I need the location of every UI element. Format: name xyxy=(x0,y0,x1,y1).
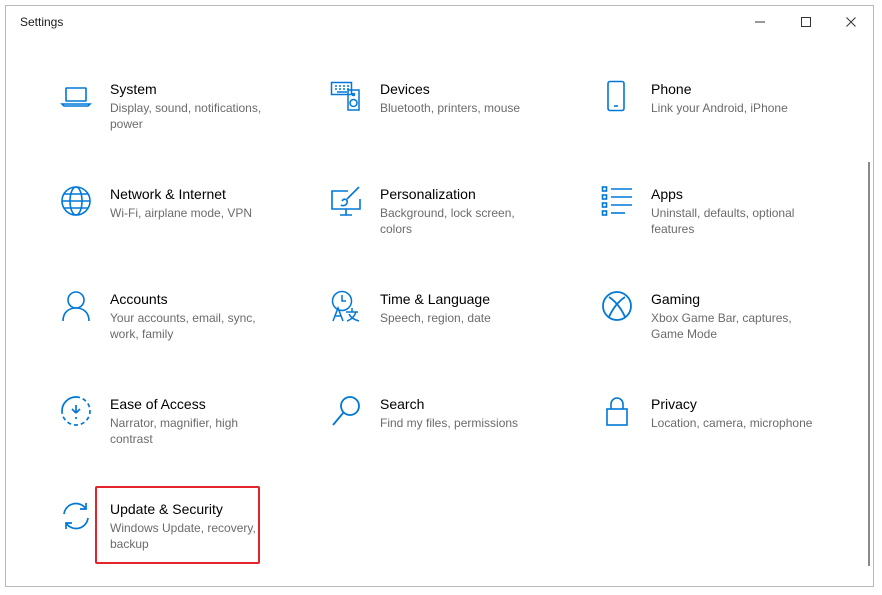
tile-network[interactable]: Network & Internet Wi-Fi, airplane mode,… xyxy=(60,185,300,255)
title-bar[interactable]: Settings xyxy=(6,6,873,38)
tile-description: Find my files, permissions xyxy=(380,416,519,430)
keyboard-speaker-icon xyxy=(330,80,362,112)
laptop-icon xyxy=(60,80,92,112)
tile-description: Xbox Game Bar, captures, Game Mode xyxy=(651,311,792,341)
tile-ease-of-access[interactable]: Ease of Access Narrator, magnifier, high… xyxy=(60,395,300,465)
tile-apps[interactable]: Apps Uninstall, defaults, optional featu… xyxy=(601,185,841,255)
close-button[interactable] xyxy=(828,6,873,38)
tile-description: Speech, region, date xyxy=(380,311,491,325)
tile-description: Link your Android, iPhone xyxy=(651,101,788,115)
tile-title: Update & Security xyxy=(110,501,223,517)
maximize-icon xyxy=(801,17,811,27)
xbox-icon xyxy=(601,290,633,322)
tile-title: Apps xyxy=(651,186,683,202)
minimize-icon xyxy=(755,21,765,23)
tile-time-language[interactable]: Time & Language Speech, region, date xyxy=(330,290,570,360)
tile-gaming[interactable]: Gaming Xbox Game Bar, captures, Game Mod… xyxy=(601,290,841,360)
tile-privacy[interactable]: Privacy Location, camera, microphone xyxy=(601,395,841,465)
paint-monitor-icon xyxy=(330,185,362,217)
person-icon xyxy=(60,290,92,322)
tile-title: Privacy xyxy=(651,396,697,412)
tile-title: Search xyxy=(380,396,425,412)
tile-title: Ease of Access xyxy=(110,396,206,412)
tile-description: Narrator, magnifier, high contrast xyxy=(110,416,239,446)
tile-phone[interactable]: Phone Link your Android, iPhone xyxy=(601,80,841,150)
ease-of-access-icon xyxy=(60,395,92,427)
tile-description: Your accounts, email, sync, work, family xyxy=(110,311,256,341)
tile-title: Devices xyxy=(380,81,430,97)
tile-title: Gaming xyxy=(651,291,701,307)
tile-title: Time & Language xyxy=(380,291,490,307)
close-icon xyxy=(846,17,856,27)
window-title: Settings xyxy=(20,15,64,29)
search-icon xyxy=(330,395,362,427)
clock-language-icon xyxy=(330,290,362,322)
tile-title: System xyxy=(110,81,157,97)
lock-icon xyxy=(601,395,633,427)
globe-icon xyxy=(60,185,92,217)
phone-icon xyxy=(601,80,633,112)
tile-description: Bluetooth, printers, mouse xyxy=(380,101,521,115)
settings-window: Settings System Display, sound, notifica… xyxy=(5,5,874,587)
tile-title: Network & Internet xyxy=(110,186,226,202)
tile-update-security[interactable]: Update & Security Windows Update, recove… xyxy=(60,500,300,570)
tile-title: Phone xyxy=(651,81,692,97)
tile-title: Accounts xyxy=(110,291,168,307)
tile-title: Personalization xyxy=(380,186,476,202)
maximize-button[interactable] xyxy=(783,6,829,38)
tile-system[interactable]: System Display, sound, notifications, po… xyxy=(60,80,300,150)
scrollbar[interactable] xyxy=(868,162,870,566)
tile-description: Location, camera, microphone xyxy=(651,416,813,430)
sync-arrows-icon xyxy=(60,500,92,532)
tile-description: Display, sound, notifications, power xyxy=(110,101,262,131)
tile-accounts[interactable]: Accounts Your accounts, email, sync, wor… xyxy=(60,290,300,360)
tile-devices[interactable]: Devices Bluetooth, printers, mouse xyxy=(330,80,570,150)
app-list-icon xyxy=(601,185,633,217)
tile-description: Background, lock screen, colors xyxy=(380,206,515,236)
tile-personalization[interactable]: Personalization Background, lock screen,… xyxy=(330,185,570,255)
tile-search[interactable]: Search Find my files, permissions xyxy=(330,395,570,465)
tile-description: Windows Update, recovery, backup xyxy=(110,521,256,551)
tile-description: Wi-Fi, airplane mode, VPN xyxy=(110,206,253,220)
minimize-button[interactable] xyxy=(737,6,783,38)
tile-description: Uninstall, defaults, optional features xyxy=(651,206,795,236)
